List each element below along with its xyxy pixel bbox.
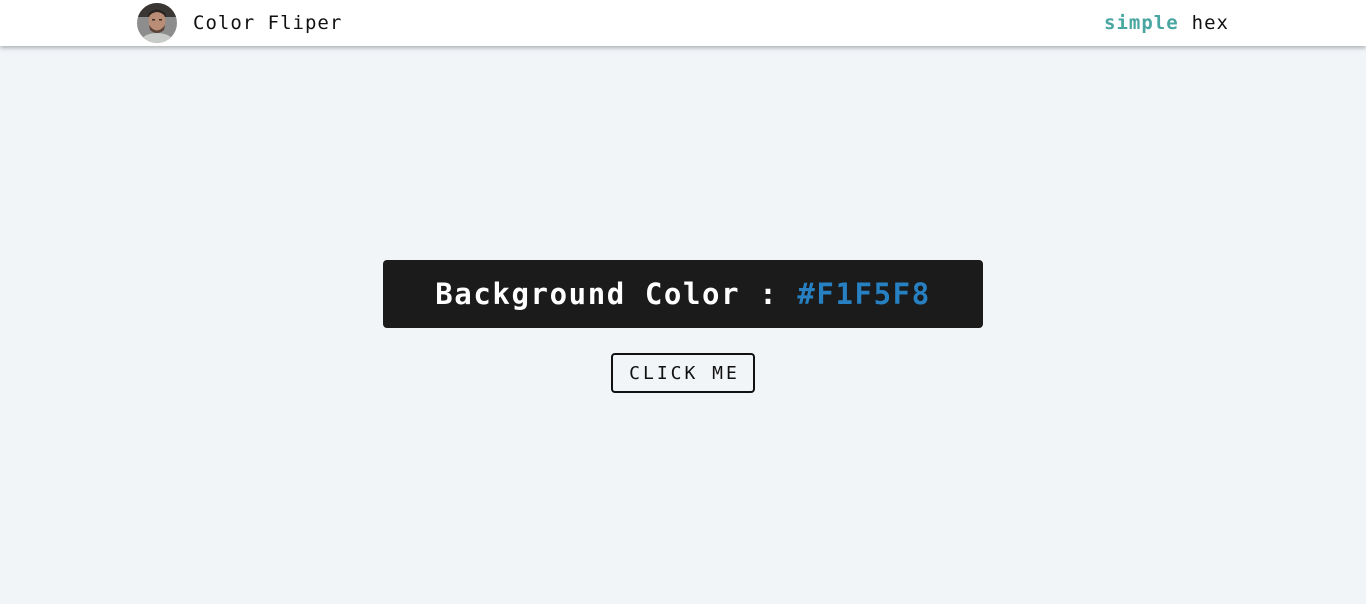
nav-brand[interactable]: Color Fliper bbox=[137, 3, 342, 43]
avatar-image bbox=[137, 3, 177, 43]
site-title: Color Fliper bbox=[193, 12, 343, 34]
nav-link-simple[interactable]: simple bbox=[1104, 12, 1179, 34]
color-heading: Background Color : #F1F5F8 bbox=[435, 277, 931, 311]
click-me-button[interactable]: CLICK ME bbox=[611, 353, 755, 393]
color-value: #F1F5F8 bbox=[797, 277, 931, 311]
navbar: Color Fliper simple hex bbox=[0, 0, 1366, 46]
color-display-panel: Background Color : #F1F5F8 bbox=[383, 260, 983, 328]
nav-link-hex[interactable]: hex bbox=[1192, 12, 1229, 34]
avatar bbox=[137, 3, 177, 43]
color-label: Background Color : bbox=[435, 277, 779, 311]
nav-links: simple hex bbox=[1104, 0, 1229, 46]
